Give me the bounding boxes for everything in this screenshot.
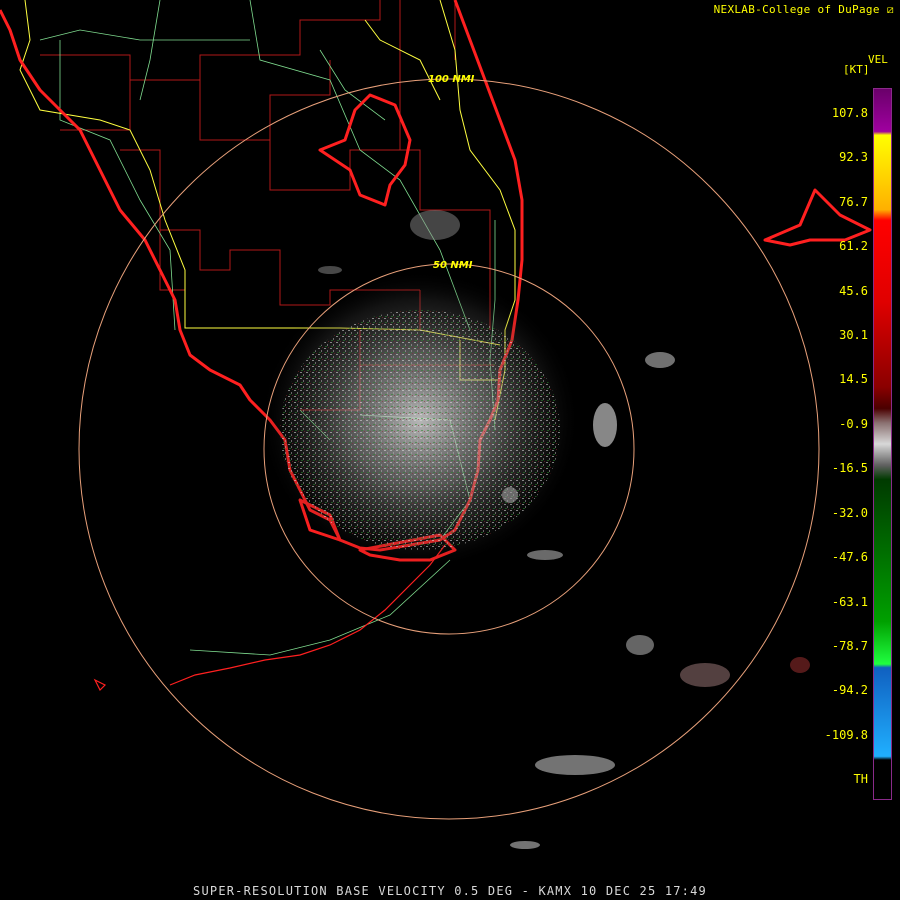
velocity-echoes	[260, 210, 810, 849]
legend-label: 76.7	[839, 195, 868, 209]
legend-label: -78.7	[831, 639, 868, 653]
range-ring-label-100: 100 NMI	[428, 74, 475, 85]
legend-label: 107.8	[831, 106, 868, 120]
legend-label: 30.1	[839, 328, 868, 342]
legend-label: -32.0	[831, 506, 868, 520]
range-ring-label-50: 50 NMI	[433, 260, 473, 271]
legend-label: -16.5	[831, 461, 868, 475]
legend-label: 61.2	[839, 239, 868, 253]
legend-label: -47.6	[831, 550, 868, 564]
legend-label: -94.2	[831, 683, 868, 697]
legend-label: -0.9	[839, 417, 868, 431]
radar-map: 50 NMI 100 NMI	[0, 0, 872, 849]
legend-labels: 107.8 92.3 76.7 61.2 45.6 30.1 14.5 -0.9 -16.5 -3…	[800, 0, 868, 900]
cod-logo-icon: ⧄	[886, 3, 894, 16]
legend-title: VEL	[868, 53, 888, 66]
velocity-colorbar	[873, 88, 892, 800]
legend-label: -63.1	[831, 595, 868, 609]
legend-label: 45.6	[839, 284, 868, 298]
legend-label: -109.8	[824, 728, 868, 742]
legend-label: 14.5	[839, 372, 868, 386]
radar-view: 50 NMI 100 NMI NEXLAB-College of DuPage …	[0, 0, 900, 900]
legend-label: 92.3	[839, 150, 868, 164]
product-footer: SUPER-RESOLUTION BASE VELOCITY 0.5 DEG -…	[193, 884, 707, 898]
legend-label: TH	[853, 772, 868, 786]
